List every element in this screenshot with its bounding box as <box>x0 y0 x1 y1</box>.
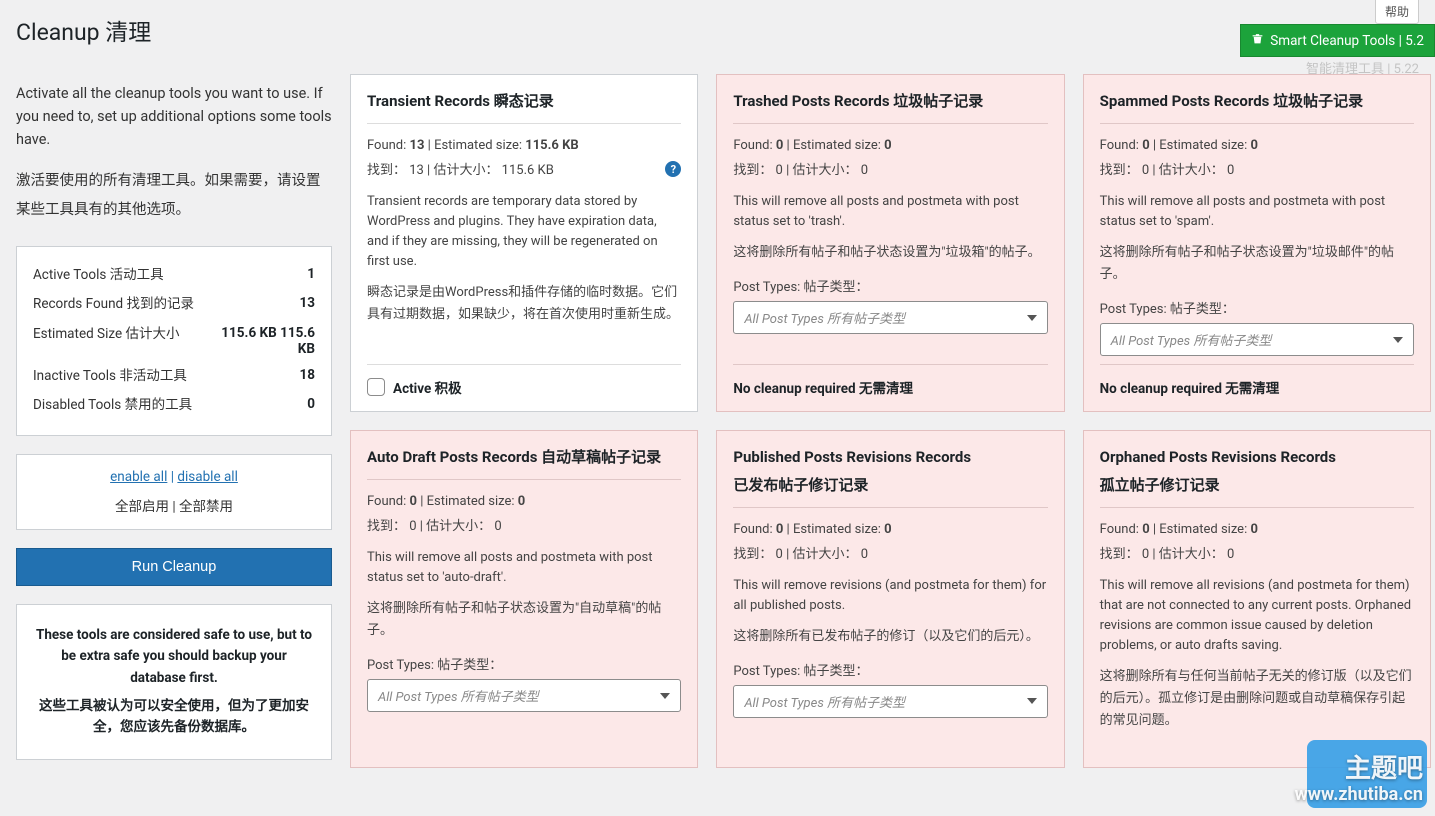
enable-all-link[interactable]: enable all <box>110 469 167 485</box>
stat-value: 18 <box>205 367 315 383</box>
stat-row: Active Tools 活动工具1 <box>33 261 315 291</box>
post-types-select[interactable]: All Post Types 所有帖子类型 <box>367 679 681 712</box>
stat-row: Inactive Tools 非活动工具18 <box>33 362 315 392</box>
disable-all-cn: 全部禁用 <box>179 499 233 515</box>
desc-en: Transient records are temporary data sto… <box>367 192 681 273</box>
enable-box: enable all | disable all 全部启用 | 全部禁用 <box>16 454 332 530</box>
tool-card-autodraft: Auto Draft Posts Records 自动草稿帖子记录 Found: … <box>350 430 698 768</box>
intro-cn: 激活要使用的所有清理工具。如果需要，请设置某些工具具有的其他选项。 <box>16 166 332 224</box>
meta-cn: 找到： 0 | 估计大小： 0 <box>733 159 1047 178</box>
post-types-label-cn: 帖子类型： <box>1170 302 1235 317</box>
meta-en: Found: 0 | Estimated size: 0 <box>1100 522 1414 537</box>
no-cleanup-label: No cleanup required 无需清理 <box>1100 377 1280 397</box>
safe-en: These tools are considered safe to use, … <box>33 625 315 690</box>
tool-card-spammed: Spammed Posts Records 垃圾帖子记录 Found: 0 | E… <box>1083 74 1431 412</box>
post-types-label-cn: 帖子类型： <box>437 658 502 673</box>
stat-row: Records Found 找到的记录13 <box>33 290 315 320</box>
intro-en: Activate all the cleanup tools you want … <box>16 82 332 152</box>
desc-en: This will remove all posts and postmeta … <box>733 192 1047 232</box>
stats-box: Active Tools 活动工具1Records Found 找到的记录13E… <box>16 246 332 436</box>
card-title-cn: 孤立帖子修订记录 <box>1100 475 1414 497</box>
page-title: Cleanup 清理 <box>16 13 151 47</box>
stat-label: Disabled Tools 禁用的工具 <box>33 396 205 416</box>
card-title: Published Posts Revisions Records <box>733 447 1047 469</box>
no-cleanup-label: No cleanup required 无需清理 <box>733 377 913 397</box>
desc-cn: 瞬态记录是由WordPress和插件存储的临时数据。它们具有过期数据，如果缺少，… <box>367 282 681 326</box>
active-checkbox[interactable] <box>367 378 385 396</box>
desc-cn: 这将删除所有已发布帖子的修订（以及它们的后元）。 <box>733 626 1047 648</box>
sidebar: Activate all the cleanup tools you want … <box>0 60 332 778</box>
stat-value: 0 <box>205 396 315 412</box>
safe-box: These tools are considered safe to use, … <box>16 604 332 760</box>
desc-cn: 这将删除所有帖子和帖子状态设置为"垃圾邮件"的帖子。 <box>1100 242 1414 286</box>
desc-en: This will remove all posts and postmeta … <box>1100 192 1414 232</box>
post-types-select[interactable]: All Post Types 所有帖子类型 <box>733 685 1047 718</box>
stat-label: Records Found 找到的记录 <box>33 295 205 315</box>
post-types-label-en: Post Types: <box>733 280 800 295</box>
plugin-badge-label: Smart Cleanup Tools | 5.2 <box>1270 33 1424 49</box>
disable-all-link[interactable]: disable all <box>177 469 238 485</box>
trash-icon <box>1251 32 1264 49</box>
card-title: Spammed Posts Records 垃圾帖子记录 <box>1100 91 1414 113</box>
stat-row: Disabled Tools 禁用的工具0 <box>33 391 315 421</box>
post-types-select[interactable]: All Post Types 所有帖子类型 <box>1100 323 1414 356</box>
post-types-label-cn: 帖子类型： <box>804 664 869 679</box>
stat-value: 1 <box>205 266 315 282</box>
stat-label: Inactive Tools 非活动工具 <box>33 367 205 387</box>
desc-en: This will remove all posts and postmeta … <box>367 548 681 588</box>
card-title: Trashed Posts Records 垃圾帖子记录 <box>733 91 1047 113</box>
desc-en: This will remove all revisions (and post… <box>1100 576 1414 657</box>
card-footer: Active 积极 <box>367 364 681 397</box>
stat-value: 115.6 KB 115.6 KB <box>205 325 315 357</box>
safe-cn: 这些工具被认为可以安全使用，但为了更加安全，您应该先备份数据库。 <box>33 696 315 739</box>
stat-value: 13 <box>205 295 315 311</box>
card-footer: No cleanup required 无需清理 <box>1100 364 1414 397</box>
meta-en: Found: 0 | Estimated size: 0 <box>367 494 681 509</box>
meta-en: Found: 0 | Estimated size: 0 <box>733 522 1047 537</box>
plugin-badge[interactable]: Smart Cleanup Tools | 5.2 <box>1240 24 1435 57</box>
stat-row: Estimated Size 估计大小115.6 KB 115.6 KB <box>33 320 315 362</box>
meta-cn: 找到： 0 | 估计大小： 0 <box>1100 159 1414 178</box>
post-types-label-en: Post Types: <box>1100 302 1167 317</box>
tool-card-transient: Transient Records 瞬态记录 Found: 13 | Estima… <box>350 74 698 412</box>
desc-cn: 这将删除所有帖子和帖子状态设置为"自动草稿"的帖子。 <box>367 598 681 642</box>
meta-cn: 找到： 0 | 估计大小： 0 <box>1100 543 1414 562</box>
tool-card-orphaned-rev: Orphaned Posts Revisions Records 孤立帖子修订记录… <box>1083 430 1431 768</box>
help-button[interactable]: 帮助 <box>1375 0 1419 24</box>
card-title: Orphaned Posts Revisions Records <box>1100 447 1414 469</box>
tools-grid: Transient Records 瞬态记录 Found: 13 | Estima… <box>350 60 1435 768</box>
card-title: Auto Draft Posts Records 自动草稿帖子记录 <box>367 447 681 469</box>
post-types-label-en: Post Types: <box>733 664 800 679</box>
tool-card-published-rev: Published Posts Revisions Records 已发布帖子修订… <box>716 430 1064 768</box>
post-types-label-cn: 帖子类型： <box>804 280 869 295</box>
desc-cn: 这将删除所有与任何当前帖子无关的修订版（以及它们的后元）。孤立修订是由删除问题或… <box>1100 666 1414 732</box>
enable-all-cn: 全部启用 <box>115 499 169 515</box>
post-types-label-en: Post Types: <box>367 658 434 673</box>
meta-cn: 找到： 13 | 估计大小： 115.6 KB <box>367 159 681 178</box>
meta-en: Found: 0 | Estimated size: 0 <box>1100 138 1414 153</box>
meta-en: Found: 0 | Estimated size: 0 <box>733 138 1047 153</box>
stat-label: Estimated Size 估计大小 <box>33 325 205 345</box>
meta-en: Found: 13 | Estimated size: 115.6 KB <box>367 138 681 153</box>
run-cleanup-button[interactable]: Run Cleanup <box>16 548 332 586</box>
tool-card-trashed: Trashed Posts Records 垃圾帖子记录 Found: 0 | E… <box>716 74 1064 412</box>
post-types-select[interactable]: All Post Types 所有帖子类型 <box>733 301 1047 334</box>
card-footer: No cleanup required 无需清理 <box>733 364 1047 397</box>
meta-cn: 找到： 0 | 估计大小： 0 <box>733 543 1047 562</box>
desc-cn: 这将删除所有帖子和帖子状态设置为"垃圾箱"的帖子。 <box>733 242 1047 264</box>
card-title: Transient Records 瞬态记录 <box>367 91 681 113</box>
card-title-cn: 已发布帖子修订记录 <box>733 475 1047 497</box>
meta-cn: 找到： 0 | 估计大小： 0 <box>367 515 681 534</box>
desc-en: This will remove revisions (and postmeta… <box>733 576 1047 616</box>
active-label: Active 积极 <box>393 377 462 397</box>
stat-label: Active Tools 活动工具 <box>33 266 205 286</box>
